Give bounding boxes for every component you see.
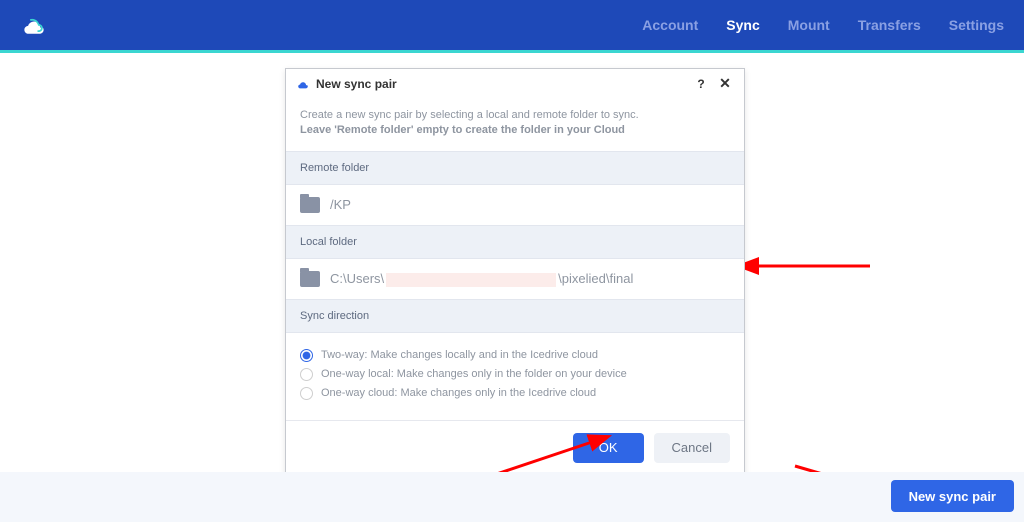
local-path-prefix: C:\Users\ xyxy=(330,271,384,286)
direction-label: One-way local: Make changes only in the … xyxy=(321,368,627,380)
local-path-suffix: \pixelied\final xyxy=(558,271,633,286)
nav-settings[interactable]: Settings xyxy=(949,17,1004,33)
dialog-close-icon[interactable]: ✕ xyxy=(716,75,734,92)
local-folder-header: Local folder xyxy=(286,225,744,259)
folder-icon xyxy=(300,271,320,287)
dialog-title-text: New sync pair xyxy=(316,77,397,91)
dialog-intro-line1: Create a new sync pair by selecting a lo… xyxy=(300,108,730,123)
local-folder-row[interactable]: C:\Users\ \pixelied\final xyxy=(286,259,744,299)
direction-two-way[interactable]: Two-way: Make changes locally and in the… xyxy=(300,349,730,362)
dialog-logo-icon xyxy=(296,77,310,91)
direction-one-way-local-radio[interactable] xyxy=(300,368,313,381)
nav-mount[interactable]: Mount xyxy=(788,17,830,33)
direction-two-way-radio[interactable] xyxy=(300,349,313,362)
cancel-button[interactable]: Cancel xyxy=(654,433,730,463)
nav-sync[interactable]: Sync xyxy=(726,17,759,33)
direction-one-way-cloud-radio[interactable] xyxy=(300,387,313,400)
new-sync-pair-dialog: New sync pair ? ✕ Create a new sync pair… xyxy=(285,68,745,478)
dialog-intro-line2: Leave 'Remote folder' empty to create th… xyxy=(300,123,730,138)
annotation-arrow-icon xyxy=(745,251,875,281)
local-folder-path: C:\Users\ \pixelied\final xyxy=(330,271,633,287)
ok-button[interactable]: OK xyxy=(573,433,644,463)
remote-folder-header: Remote folder xyxy=(286,151,744,185)
new-sync-pair-button[interactable]: New sync pair xyxy=(891,480,1014,512)
nav-account[interactable]: Account xyxy=(642,17,698,33)
bottom-bar xyxy=(0,472,1024,522)
folder-icon xyxy=(300,197,320,213)
remote-folder-row[interactable]: /KP xyxy=(286,185,744,225)
dialog-action-bar: OK Cancel xyxy=(286,420,744,477)
nav-transfers[interactable]: Transfers xyxy=(858,17,921,33)
direction-one-way-local[interactable]: One-way local: Make changes only in the … xyxy=(300,368,730,381)
direction-label: One-way cloud: Make changes only in the … xyxy=(321,387,596,399)
page-content: New sync pair ? ✕ Create a new sync pair… xyxy=(0,53,1024,522)
redacted-segment xyxy=(386,273,556,287)
dialog-title-bar: New sync pair ? ✕ xyxy=(286,69,744,98)
sync-direction-header: Sync direction xyxy=(286,299,744,333)
dialog-help-icon[interactable]: ? xyxy=(692,77,710,91)
top-nav-links: Account Sync Mount Transfers Settings xyxy=(642,17,1004,33)
app-logo-icon xyxy=(20,11,48,39)
sync-direction-options: Two-way: Make changes locally and in the… xyxy=(286,333,744,420)
direction-label: Two-way: Make changes locally and in the… xyxy=(321,349,598,361)
direction-one-way-cloud[interactable]: One-way cloud: Make changes only in the … xyxy=(300,387,730,400)
top-nav-bar: Account Sync Mount Transfers Settings xyxy=(0,0,1024,50)
remote-folder-path: /KP xyxy=(330,197,351,212)
dialog-intro-text: Create a new sync pair by selecting a lo… xyxy=(286,98,744,151)
